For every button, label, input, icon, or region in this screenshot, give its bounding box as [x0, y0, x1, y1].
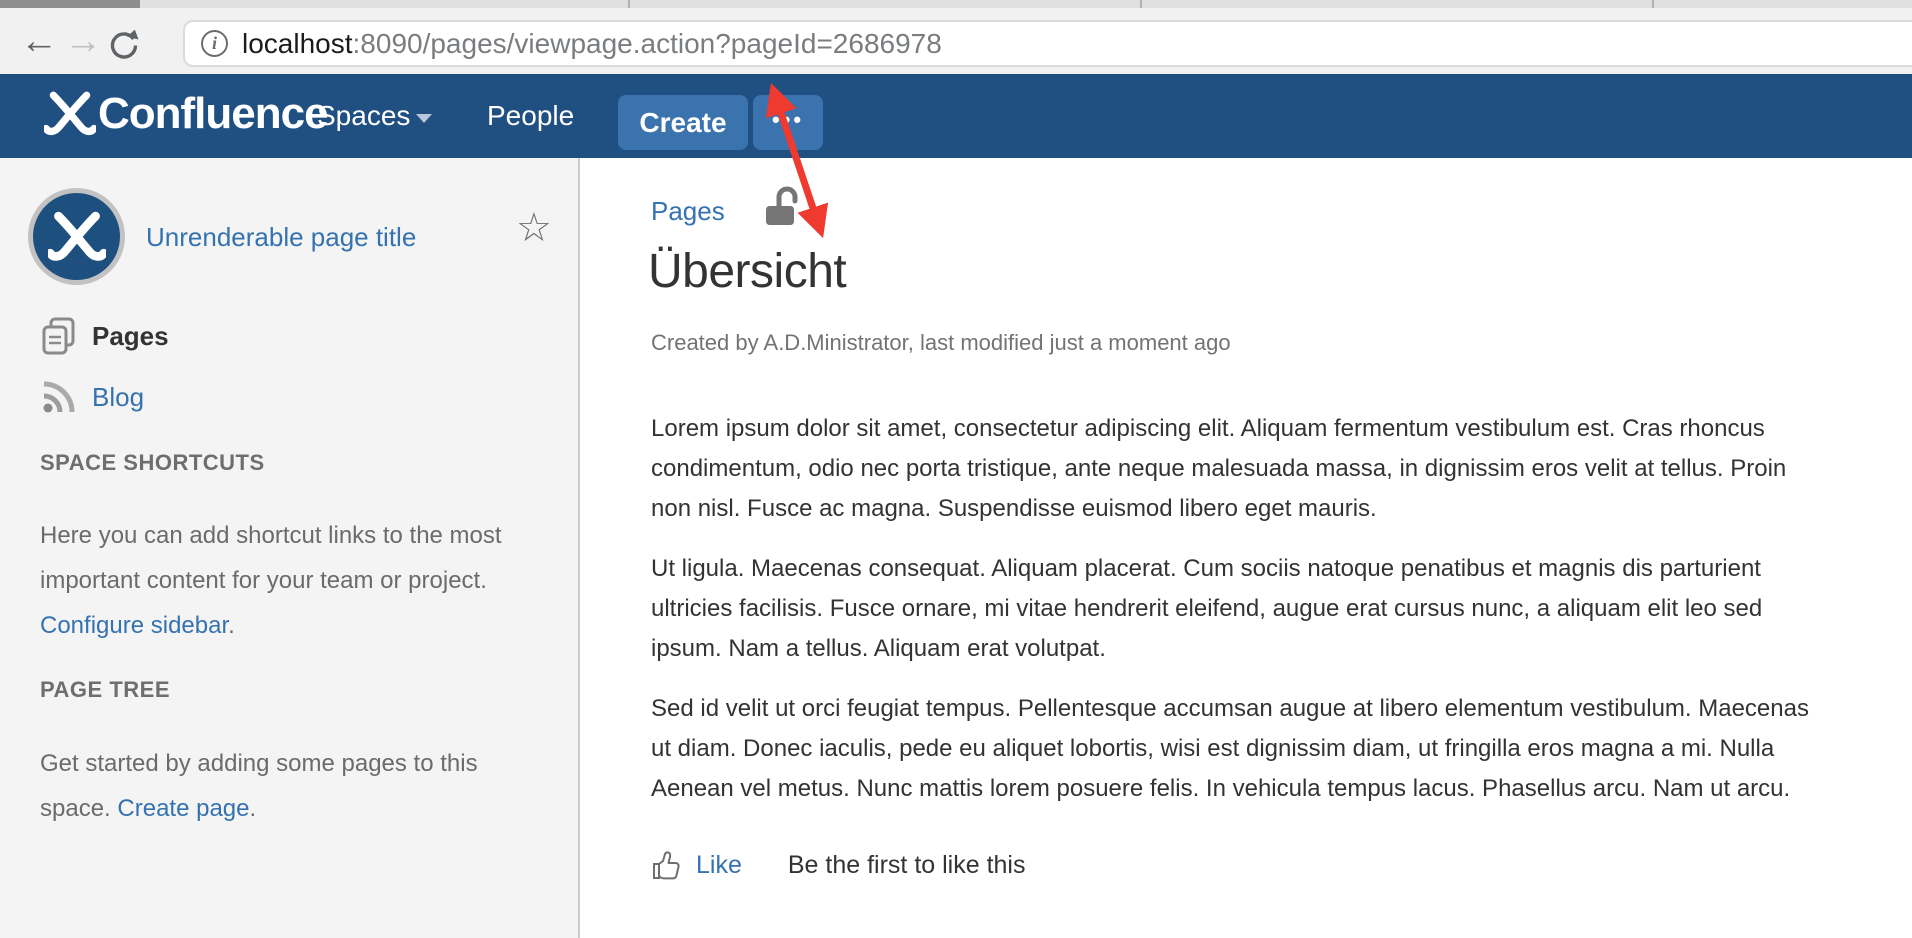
space-sidebar: Unrenderable page title ☆ Pages Blog SPA… — [0, 158, 580, 938]
browser-window: ← → i localhost:8090/pages/viewpage.acti… — [0, 0, 1912, 938]
body-text-line: ultricies facilisis. Fusce ornare, mi vi… — [651, 589, 1912, 629]
browser-tabstrip — [0, 0, 1912, 8]
url-host: localhost — [242, 28, 353, 59]
tab-separator — [1140, 0, 1142, 8]
tab-separator — [1652, 0, 1654, 8]
page-content: Pages Übersicht Created by A.D.Ministrat… — [582, 158, 1912, 938]
page-tree-text: Get started by adding some pages to this… — [40, 741, 522, 831]
thumbs-up-icon[interactable] — [651, 848, 683, 882]
shortcuts-suffix: . — [228, 612, 235, 639]
pagetree-suffix: . — [249, 795, 256, 822]
space-shortcuts-text: Here you can add shortcut links to the m… — [40, 513, 522, 648]
body-text-line: Aenean vel metus. Nunc mattis lorem posu… — [651, 769, 1912, 809]
like-status-text: Be the first to like this — [788, 851, 1026, 880]
configure-sidebar-link[interactable]: Configure sidebar — [40, 612, 228, 639]
tab-separator — [628, 0, 630, 8]
nav-spaces[interactable]: Spaces — [317, 100, 410, 132]
space-logo[interactable] — [28, 188, 125, 285]
unlocked-icon — [763, 184, 799, 231]
like-button[interactable]: Like — [696, 851, 742, 880]
body-text-line: Ut ligula. Maecenas consequat. Aliquam p… — [651, 549, 1912, 589]
create-page-link[interactable]: Create page — [117, 795, 249, 822]
active-tab-edge — [0, 0, 140, 8]
confluence-logo[interactable]: Confluence — [44, 88, 328, 140]
sidebar-item-blog[interactable]: Blog — [40, 378, 144, 416]
sidebar-blog-label: Blog — [92, 382, 144, 413]
url-bar[interactable]: i localhost:8090/pages/viewpage.action?p… — [183, 20, 1912, 67]
confluence-x-icon — [44, 88, 96, 140]
url-path: :8090/pages/viewpage.action?pageId=26869… — [353, 28, 942, 59]
body-text-line: ut diam. Donec iaculis, pede eu aliquet … — [651, 729, 1912, 769]
page-tree-heading: PAGE TREE — [40, 677, 170, 703]
shortcuts-text: Here you can add shortcut links to the m… — [40, 522, 502, 594]
like-row: Like Be the first to like this — [651, 845, 1025, 885]
body-text-line: condimentum, odio nec porta tristique, a… — [651, 449, 1912, 489]
page-title: Übersicht — [648, 244, 846, 299]
body-text-line: non nisl. Fusce ac magna. Suspendisse eu… — [651, 489, 1912, 529]
forward-icon: → — [64, 22, 102, 60]
body-text-line: ipsum. Nam a tellus. Aliquam erat volutp… — [651, 629, 1912, 669]
favourite-star-icon[interactable]: ☆ — [516, 208, 552, 248]
sidebar-pages-label: Pages — [92, 321, 169, 352]
paragraph: Ut ligula. Maecenas consequat. Aliquam p… — [651, 549, 1912, 669]
page-info-icon[interactable]: i — [201, 30, 228, 57]
breadcrumb-pages-link[interactable]: Pages — [651, 196, 725, 227]
url-text[interactable]: localhost:8090/pages/viewpage.action?pag… — [242, 28, 942, 60]
reload-icon[interactable] — [106, 26, 142, 67]
blog-rss-icon — [40, 378, 78, 416]
space-title-link[interactable]: Unrenderable page title — [146, 222, 416, 253]
space-x-icon — [48, 208, 106, 266]
pages-icon — [40, 316, 78, 356]
more-actions-button[interactable]: ••• — [753, 95, 823, 150]
chevron-down-icon — [416, 114, 432, 123]
brand-name: Confluence — [98, 89, 328, 139]
body-text-line: Sed id velit ut orci feugiat tempus. Pel… — [651, 689, 1912, 729]
browser-toolbar: ← → i localhost:8090/pages/viewpage.acti… — [0, 8, 1912, 74]
nav-people[interactable]: People — [487, 100, 574, 132]
confluence-navbar: Confluence Spaces People Create ••• — [0, 74, 1912, 158]
create-button[interactable]: Create — [618, 95, 748, 150]
byline: Created by A.D.Ministrator, last modifie… — [651, 330, 1231, 356]
paragraph: Lorem ipsum dolor sit amet, consectetur … — [651, 409, 1912, 529]
paragraph: Sed id velit ut orci feugiat tempus. Pel… — [651, 689, 1912, 809]
pagetree-text: Get started by adding some pages to this… — [40, 750, 478, 822]
body-text-line: Lorem ipsum dolor sit amet, consectetur … — [651, 409, 1912, 449]
back-icon[interactable]: ← — [20, 22, 58, 60]
sidebar-item-pages[interactable]: Pages — [40, 316, 169, 356]
space-shortcuts-heading: SPACE SHORTCUTS — [40, 450, 265, 476]
